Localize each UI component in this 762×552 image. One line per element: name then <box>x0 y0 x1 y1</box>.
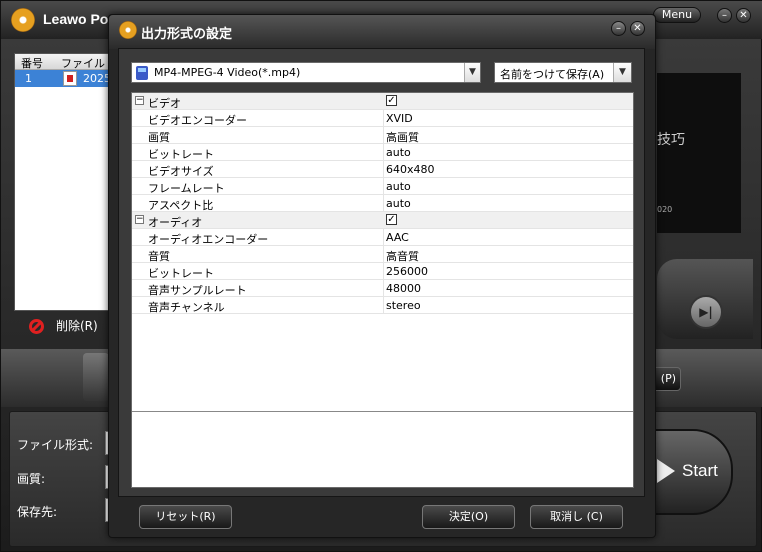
column-divider <box>383 280 384 297</box>
property-row[interactable]: フレームレート auto <box>132 178 633 195</box>
property-value[interactable]: auto <box>386 146 411 159</box>
file-list-row[interactable]: 1 2025 <box>15 70 113 87</box>
ok-button[interactable]: 決定(O) <box>422 505 515 529</box>
property-row[interactable]: ビデオエンコーダー XVID <box>132 110 633 127</box>
column-divider <box>383 161 384 178</box>
play-icon <box>657 459 675 483</box>
group-row-video[interactable]: − ビデオ ✓ <box>132 93 633 110</box>
property-name: 音質 <box>148 250 170 263</box>
dialog-title: 出力形式の設定 <box>141 27 233 42</box>
group-row-audio[interactable]: − オーディオ ✓ <box>132 212 633 229</box>
format-select[interactable]: MP4-MPEG-4 Video(*.mp4) ▼ <box>131 62 481 83</box>
reset-button[interactable]: リセット(R) <box>139 505 232 529</box>
property-row[interactable]: 音声サンプルレート 48000 <box>132 280 633 297</box>
col-file-header[interactable]: ファイル <box>61 55 105 71</box>
quality-label: 画質: <box>17 472 46 486</box>
file-list-header: 番号 ファイル <box>15 54 113 70</box>
mp4-file-icon <box>136 66 148 80</box>
chevron-down-icon[interactable]: ▼ <box>464 63 480 82</box>
main-app-title: Leawo Po <box>43 11 109 27</box>
dialog-minimize-button[interactable]: – <box>611 21 626 36</box>
property-row[interactable]: 音質 高音質 <box>132 246 633 263</box>
property-name: フレームレート <box>148 182 225 195</box>
dialog-close-button[interactable]: ✕ <box>630 21 645 36</box>
property-name: 音声サンプルレート <box>148 284 247 297</box>
save-as-button[interactable]: 名前をつけて保存(A) ▼ <box>494 62 632 83</box>
main-minimize-button[interactable]: – <box>717 8 732 23</box>
collapse-toggle-icon[interactable]: − <box>135 96 144 105</box>
property-name: オーディオエンコーダー <box>148 233 269 246</box>
save-as-chevron-down-icon[interactable]: ▼ <box>613 63 631 82</box>
main-close-button[interactable]: ✕ <box>736 8 751 23</box>
column-divider <box>383 297 384 314</box>
video-file-icon <box>63 71 77 86</box>
row-file-name: 2025 <box>83 72 111 85</box>
file-list[interactable]: 番号 ファイル 1 2025 <box>14 53 114 311</box>
property-row[interactable]: アスペクト比 auto <box>132 195 633 212</box>
group-name: オーディオ <box>148 216 203 229</box>
property-name: アスペクト比 <box>148 199 214 212</box>
property-name: ビデオエンコーダー <box>148 114 247 127</box>
property-value[interactable]: auto <box>386 180 411 193</box>
column-divider <box>383 246 384 263</box>
property-name: 画質 <box>148 131 170 144</box>
audio-enabled-checkbox[interactable]: ✓ <box>386 214 397 225</box>
property-value[interactable]: auto <box>386 197 411 210</box>
save-to-label: 保存先: <box>17 505 58 519</box>
dialog-body: MP4-MPEG-4 Video(*.mp4) ▼ 名前をつけて保存(A) ▼ … <box>118 48 645 497</box>
property-row[interactable]: 画質 高画質 <box>132 127 633 144</box>
property-row[interactable]: オーディオエンコーダー AAC <box>132 229 633 246</box>
property-row[interactable]: 音声チャンネル stereo <box>132 297 633 314</box>
column-divider <box>383 127 384 144</box>
leawo-logo-icon <box>11 8 35 32</box>
save-as-label: 名前をつけて保存(A) <box>500 68 605 81</box>
property-name: ビットレート <box>148 148 214 161</box>
start-label: Start <box>682 461 718 480</box>
col-number-header[interactable]: 番号 <box>21 55 43 71</box>
property-row[interactable]: ビデオサイズ 640x480 <box>132 161 633 178</box>
add-file-tool-button[interactable] <box>83 353 109 401</box>
column-divider <box>383 110 384 127</box>
property-value[interactable]: stereo <box>386 299 421 312</box>
property-value[interactable]: 640x480 <box>386 163 435 176</box>
property-value[interactable]: 高画質 <box>386 129 419 145</box>
row-number: 1 <box>25 72 32 85</box>
property-row[interactable]: ビットレート 256000 <box>132 263 633 280</box>
delete-button[interactable]: 削除(R) <box>29 317 98 334</box>
delete-icon <box>29 319 44 334</box>
preview-caption: 技巧 <box>657 132 685 148</box>
property-value[interactable]: 48000 <box>386 282 421 295</box>
property-name: ビデオサイズ <box>148 165 214 178</box>
output-format-dialog: 出力形式の設定 – ✕ MP4-MPEG-4 Video(*.mp4) ▼ 名前… <box>108 14 656 538</box>
next-icon[interactable]: ▶| <box>689 295 723 329</box>
menu-button[interactable]: Menu <box>653 7 701 23</box>
column-divider <box>383 195 384 212</box>
cancel-button[interactable]: 取消し (C) <box>530 505 623 529</box>
property-value[interactable]: AAC <box>386 231 409 244</box>
format-select-value: MP4-MPEG-4 Video(*.mp4) <box>154 66 301 79</box>
preview-year: 020 <box>657 205 673 214</box>
group-name: ビデオ <box>148 97 181 110</box>
column-divider <box>383 144 384 161</box>
column-divider <box>383 263 384 280</box>
column-divider <box>383 229 384 246</box>
property-row[interactable]: ビットレート auto <box>132 144 633 161</box>
description-divider <box>132 411 633 412</box>
property-grid: − ビデオ ✓ ビデオエンコーダー XVID 画質 高画質 ビットレート aut… <box>131 92 634 488</box>
dialog-titlebar: 出力形式の設定 – ✕ <box>109 15 655 49</box>
property-name: 音声チャンネル <box>148 301 225 314</box>
collapse-toggle-icon[interactable]: − <box>135 215 144 224</box>
column-divider <box>383 178 384 195</box>
property-value[interactable]: 高音質 <box>386 248 419 264</box>
video-enabled-checkbox[interactable]: ✓ <box>386 95 397 106</box>
delete-label: 削除(R) <box>56 319 98 333</box>
property-name: ビットレート <box>148 267 214 280</box>
property-value[interactable]: XVID <box>386 112 413 125</box>
dialog-logo-icon <box>119 21 137 39</box>
property-value[interactable]: 256000 <box>386 265 428 278</box>
file-format-label: ファイル形式: <box>17 438 94 452</box>
